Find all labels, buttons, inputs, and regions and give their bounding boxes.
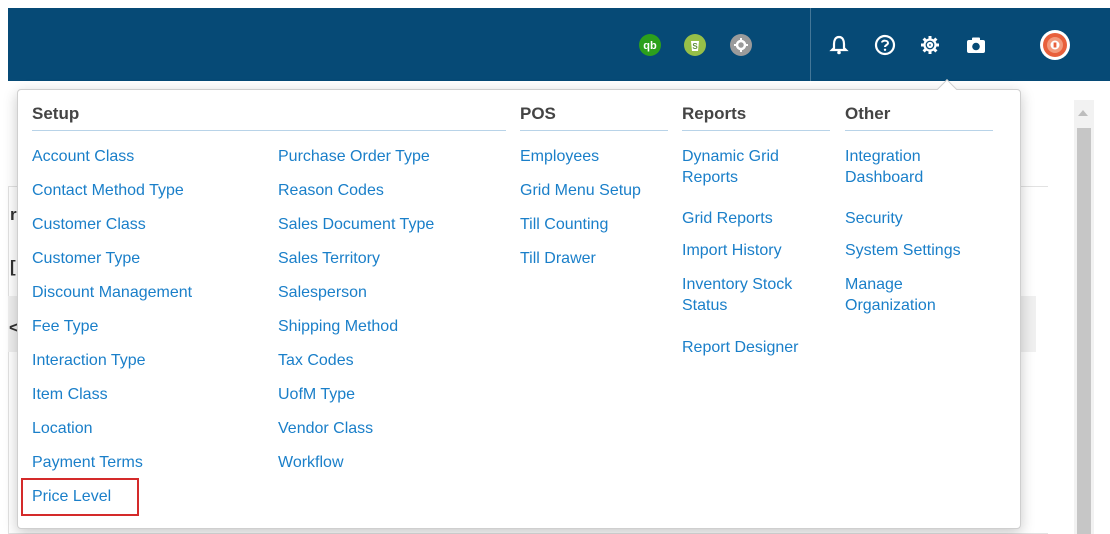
menu-item-dynamic-grid-reports[interactable]: Dynamic Grid Reports <box>682 146 812 188</box>
menu-heading-setup: Setup <box>32 104 506 131</box>
menu-item-fee-type[interactable]: Fee Type <box>32 316 98 337</box>
menu-item-reason-codes[interactable]: Reason Codes <box>278 180 384 201</box>
menu-item-till-counting[interactable]: Till Counting <box>520 214 608 235</box>
menu-item-item-class[interactable]: Item Class <box>32 384 108 405</box>
menu-item-vendor-class[interactable]: Vendor Class <box>278 418 373 439</box>
menu-item-inventory-stock-status[interactable]: Inventory Stock Status <box>682 274 822 316</box>
scrollbar-thumb[interactable] <box>1077 128 1091 534</box>
menu-item-workflow[interactable]: Workflow <box>278 452 344 473</box>
menu-heading-other: Other <box>845 104 993 131</box>
menu-item-interaction-type[interactable]: Interaction Type <box>32 350 146 371</box>
menu-item-security[interactable]: Security <box>845 208 903 229</box>
menu-item-report-designer[interactable]: Report Designer <box>682 337 799 358</box>
menu-item-location[interactable]: Location <box>32 418 93 439</box>
avatar-icon[interactable] <box>1040 30 1070 60</box>
menu-item-sales-document-type[interactable]: Sales Document Type <box>278 214 434 235</box>
top-nav-bar: qb S <box>8 8 1110 81</box>
menu-item-discount-management[interactable]: Discount Management <box>32 282 192 303</box>
gear-icon[interactable] <box>919 34 941 56</box>
menu-heading-pos: POS <box>520 104 668 131</box>
menu-item-shipping-method[interactable]: Shipping Method <box>278 316 398 337</box>
shopify-icon[interactable]: S <box>684 34 706 56</box>
bell-icon[interactable] <box>828 34 850 56</box>
menu-item-till-drawer[interactable]: Till Drawer <box>520 248 596 269</box>
menu-item-system-settings[interactable]: System Settings <box>845 240 961 261</box>
menu-item-grid-reports[interactable]: Grid Reports <box>682 208 773 229</box>
menu-item-import-history[interactable]: Import History <box>682 240 782 261</box>
camera-icon[interactable] <box>965 34 987 56</box>
scroll-up-arrow-icon[interactable] <box>1078 110 1088 116</box>
menu-item-contact-method-type[interactable]: Contact Method Type <box>32 180 184 201</box>
menu-item-sales-territory[interactable]: Sales Territory <box>278 248 380 269</box>
svg-text:qb: qb <box>643 40 657 52</box>
menu-item-uofm-type[interactable]: UofM Type <box>278 384 355 405</box>
menu-item-customer-class[interactable]: Customer Class <box>32 214 146 235</box>
menu-item-payment-terms[interactable]: Payment Terms <box>32 452 143 473</box>
svg-text:S: S <box>692 42 698 51</box>
help-icon[interactable] <box>874 34 896 56</box>
price-level-highlight-box <box>21 478 139 516</box>
menu-item-employees[interactable]: Employees <box>520 146 599 167</box>
menu-item-manage-organization[interactable]: Manage Organization <box>845 274 965 316</box>
menu-item-customer-type[interactable]: Customer Type <box>32 248 140 269</box>
menu-heading-reports: Reports <box>682 104 830 131</box>
nav-divider <box>810 8 811 81</box>
settings-badge-icon[interactable] <box>730 34 752 56</box>
quickbooks-icon[interactable]: qb <box>639 34 661 56</box>
background-text: r <box>10 205 17 224</box>
menu-item-tax-codes[interactable]: Tax Codes <box>278 350 354 371</box>
menu-item-grid-menu-setup[interactable]: Grid Menu Setup <box>520 180 641 201</box>
background-text: [ <box>10 257 16 276</box>
menu-item-integration-dashboard[interactable]: Integration Dashboard <box>845 146 955 188</box>
menu-item-account-class[interactable]: Account Class <box>32 146 134 167</box>
menu-item-salesperson[interactable]: Salesperson <box>278 282 367 303</box>
menu-item-purchase-order-type[interactable]: Purchase Order Type <box>278 146 430 167</box>
